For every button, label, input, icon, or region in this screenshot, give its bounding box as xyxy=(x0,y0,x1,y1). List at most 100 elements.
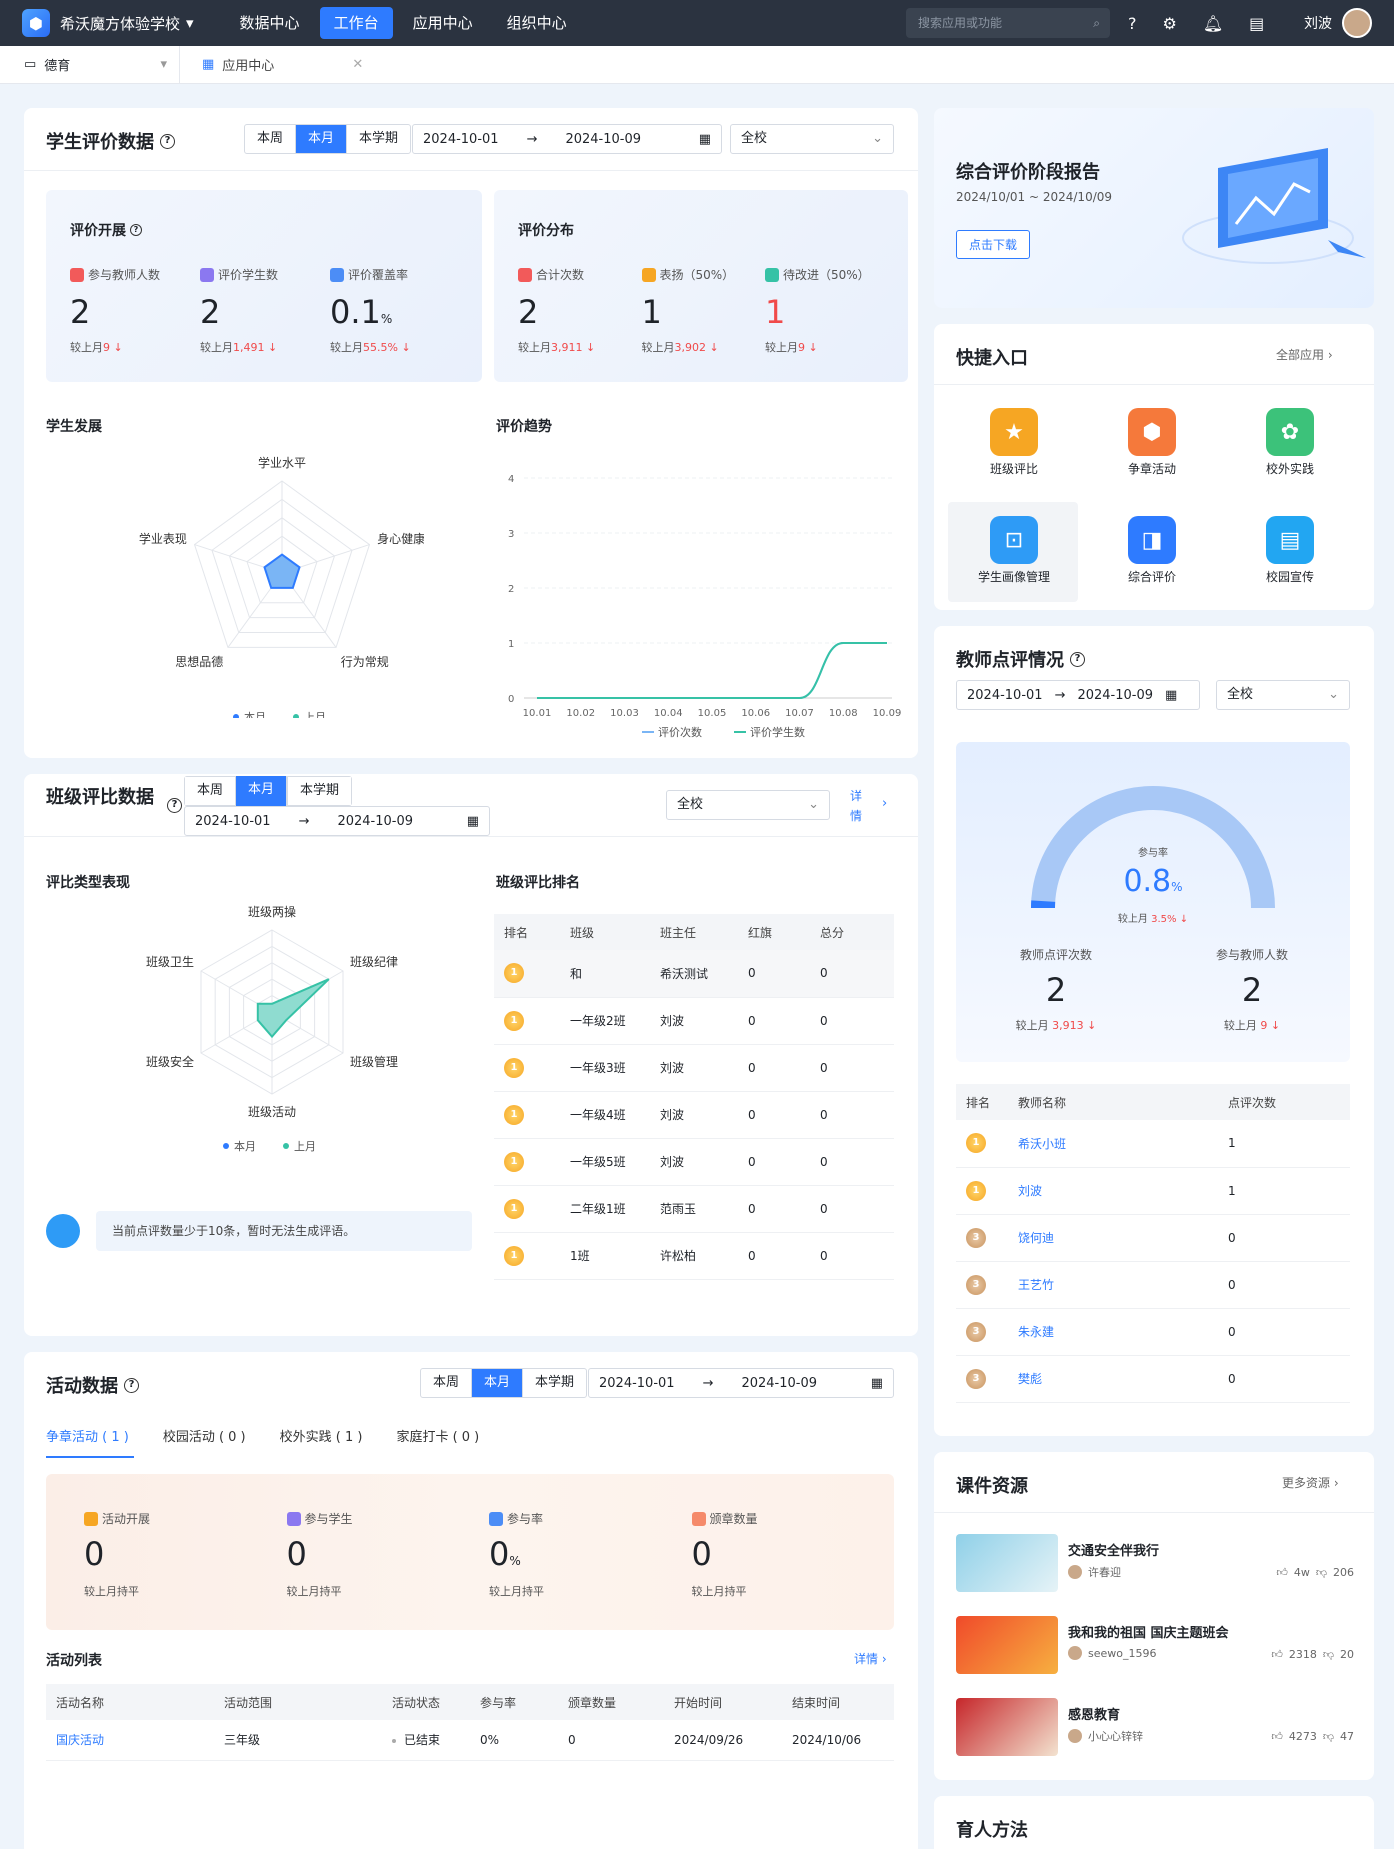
date-range-picker[interactable]: 2024-10-01 → 2024-10-09 ▦ xyxy=(412,124,722,154)
quick-entry-icon[interactable]: ★ xyxy=(990,408,1038,456)
activity-tab[interactable]: 校园活动 ( 0 ) xyxy=(163,1426,246,1445)
quick-entry-label[interactable]: 争章活动 xyxy=(1092,460,1212,477)
thumb-down-icon[interactable]: 👎︎ xyxy=(1323,1730,1334,1743)
thumb-up-icon[interactable]: 👍︎ xyxy=(1276,1566,1288,1579)
course-title[interactable]: 交通安全伴我行 xyxy=(1068,1540,1159,1559)
quick-entry-label[interactable]: 校外实践 xyxy=(1230,460,1350,477)
nav-org-center[interactable]: 组织中心 xyxy=(493,7,581,39)
bell-icon[interactable]: 🔔︎ xyxy=(1203,14,1223,33)
chevron-right-icon[interactable]: › xyxy=(882,796,887,811)
dislike-count: 47 xyxy=(1340,1730,1354,1743)
course-thumbnail[interactable] xyxy=(956,1534,1058,1592)
school-switcher[interactable]: 希沃魔方体验学校 ▾ xyxy=(60,13,194,34)
x-tick-label: 10.09 xyxy=(873,708,902,719)
table-row[interactable]: 1 一年级4班 刘波 0 0 xyxy=(494,1091,894,1139)
table-row[interactable]: 1 希沃小班 1 xyxy=(956,1120,1350,1168)
quick-entry-label[interactable]: 班级评比 xyxy=(954,460,1074,477)
thumb-down-icon[interactable]: 👎︎ xyxy=(1316,1566,1327,1579)
help-icon[interactable]: ? xyxy=(1128,14,1137,33)
quick-entry-label[interactable]: 校园宣传 xyxy=(1230,568,1350,585)
help-icon[interactable]: ? xyxy=(167,798,182,813)
table-row[interactable]: 1 刘波 1 xyxy=(956,1167,1350,1215)
legend-last-month: 上月 xyxy=(304,711,326,718)
thumb-up-icon[interactable]: 👍︎ xyxy=(1271,1648,1283,1661)
table-row[interactable]: 国庆活动 三年级 已结束 0% 0 2024/09/26 2024/10/06 xyxy=(46,1720,894,1761)
card-title: 活动数据 xyxy=(46,1376,118,1397)
detail-link[interactable]: 详情 › xyxy=(854,1650,887,1667)
all-apps-link[interactable]: 全部应用 › xyxy=(1276,346,1333,363)
nav-data-center[interactable]: 数据中心 xyxy=(226,7,314,39)
help-icon[interactable]: ? xyxy=(160,133,175,149)
message-icon[interactable]: ▤ xyxy=(1249,14,1264,33)
table-row[interactable]: 3 樊彪 0 xyxy=(956,1355,1350,1403)
quick-entry-icon[interactable]: ▤ xyxy=(1266,516,1314,564)
activity-tab[interactable]: 家庭打卡 ( 0 ) xyxy=(396,1426,479,1445)
tab-app-center[interactable]: ▦ 应用中心 ✕ xyxy=(180,55,363,74)
quick-entry-icon[interactable]: ✿ xyxy=(1266,408,1314,456)
scope-select[interactable]: 全校 ⌄ xyxy=(730,124,894,154)
table-row[interactable]: 3 朱永建 0 xyxy=(956,1308,1350,1356)
course-thumbnail[interactable] xyxy=(956,1616,1058,1674)
scope-select[interactable]: 全校 ⌄ xyxy=(1216,680,1350,710)
table-row[interactable]: 1 1班 许松柏 0 0 xyxy=(494,1232,894,1280)
radar-title: 评比类型表现 xyxy=(46,875,130,891)
thumb-up-icon[interactable]: 👍︎ xyxy=(1271,1730,1283,1743)
avatar[interactable] xyxy=(1342,8,1372,38)
table-row[interactable]: 1 二年级1班 范雨玉 0 0 xyxy=(494,1185,894,1233)
table-row[interactable]: 3 王艺竹 0 xyxy=(956,1261,1350,1309)
seg-month[interactable]: 本月 xyxy=(472,1369,524,1397)
x-tick-label: 10.03 xyxy=(610,708,639,719)
seg-term[interactable]: 本学期 xyxy=(347,125,410,153)
date-range-picker[interactable]: 2024-10-01 → 2024-10-09 ▦ xyxy=(956,680,1200,710)
seg-week[interactable]: 本周 xyxy=(421,1369,473,1397)
table-header: 活动名称 活动范围 活动状态 参与率 颁章数量 开始时间 结束时间 xyxy=(46,1684,894,1720)
table-row[interactable]: 1 一年级5班 刘波 0 0 xyxy=(494,1138,894,1186)
medal-icon: 3 xyxy=(966,1227,986,1248)
nav-workbench[interactable]: 工作台 xyxy=(319,7,393,39)
medal-icon: 3 xyxy=(966,1321,986,1342)
table-row[interactable]: 1 一年级3班 刘波 0 0 xyxy=(494,1044,894,1092)
course-title[interactable]: 感恩教育 xyxy=(1068,1704,1120,1723)
seg-week[interactable]: 本周 xyxy=(245,125,297,153)
user-name[interactable]: 刘波 xyxy=(1304,13,1332,33)
more-resources-link[interactable]: 更多资源 › xyxy=(1282,1474,1339,1491)
table-row[interactable]: 1 一年级2班 刘波 0 0 xyxy=(494,997,894,1045)
card-title: 课件资源 xyxy=(956,1476,1028,1497)
detail-link[interactable]: 详情 xyxy=(850,786,866,826)
course-thumbnail[interactable] xyxy=(956,1698,1058,1756)
dislike-count: 20 xyxy=(1340,1648,1354,1661)
scope-select[interactable]: 全校 ⌄ xyxy=(666,790,830,820)
quick-entry-icon[interactable]: ⊡ xyxy=(990,516,1038,564)
seg-term[interactable]: 本学期 xyxy=(523,1369,586,1397)
download-button[interactable]: 点击下载 xyxy=(956,230,1031,259)
thumb-down-icon[interactable]: 👎︎ xyxy=(1323,1648,1334,1661)
table-row[interactable]: 1 和希沃测试 0 0 xyxy=(494,950,894,998)
seg-month[interactable]: 本月 xyxy=(296,125,348,153)
nav-app-center[interactable]: 应用中心 xyxy=(399,7,487,39)
search-input[interactable]: 搜索应用或功能 ⌕ xyxy=(906,8,1110,38)
tab-moral-education[interactable]: ▭ 德育 ▾ xyxy=(0,45,180,84)
date-range-picker[interactable]: 2024-10-01 → 2024-10-09 ▦ xyxy=(588,1368,894,1398)
quick-entry-label[interactable]: 综合评价 xyxy=(1092,568,1212,585)
activity-tab[interactable]: 争章活动 ( 1 ) xyxy=(46,1426,129,1445)
medal-icon: 1 xyxy=(504,1057,524,1078)
course-title[interactable]: 我和我的祖国 国庆主题班会 xyxy=(1068,1622,1229,1641)
activity-tab[interactable]: 校外实践 ( 1 ) xyxy=(280,1426,363,1445)
quick-entry-icon[interactable]: ◨ xyxy=(1128,516,1176,564)
seg-week[interactable]: 本周 xyxy=(184,776,237,806)
page-tab-bar: ▭ 德育 ▾ ▦ 应用中心 ✕ xyxy=(0,45,1394,84)
settings-icon[interactable]: ⚙ xyxy=(1163,14,1177,33)
course-resource-card: 课件资源 更多资源 › 交通安全伴我行 许春迎 👍︎ 4w 👎︎ 206 我和我的祖国 国庆… xyxy=(934,1452,1374,1780)
school-logo-icon[interactable]: ⬢ xyxy=(22,9,50,37)
quick-entry-label[interactable]: 学生画像管理 xyxy=(954,568,1074,585)
quick-entry-icon[interactable]: ⬢ xyxy=(1128,408,1176,456)
seg-month[interactable]: 本月 xyxy=(236,776,288,806)
date-range-picker[interactable]: 2024-10-01 → 2024-10-09 ▦ xyxy=(184,806,490,836)
help-icon[interactable]: ? xyxy=(130,224,142,236)
help-icon[interactable]: ? xyxy=(1070,651,1085,667)
seg-term[interactable]: 本学期 xyxy=(287,776,353,806)
class-type-radar: 班级两操班级纪律班级管理班级活动 班级安全 班级卫生本月 上月 xyxy=(146,904,398,1153)
help-icon[interactable]: ? xyxy=(124,1377,139,1393)
table-row[interactable]: 3 饶何迪 0 xyxy=(956,1214,1350,1262)
close-icon[interactable]: ✕ xyxy=(352,57,363,72)
